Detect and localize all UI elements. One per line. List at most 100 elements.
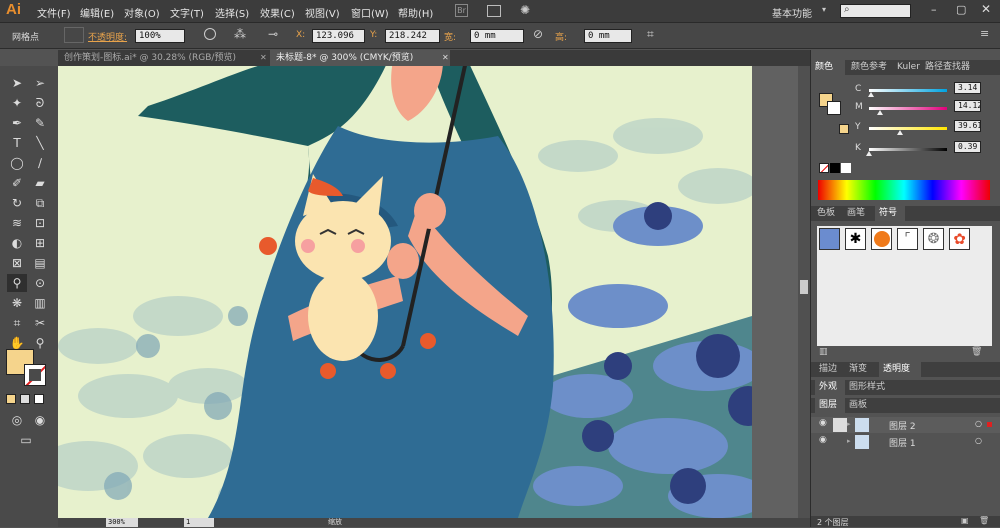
blend-tool-icon[interactable]: ⊙ — [30, 274, 50, 292]
tab-artboards[interactable]: 画板 — [849, 398, 867, 413]
arrange-documents-icon[interactable] — [487, 5, 501, 17]
symbol-orange-button[interactable] — [871, 228, 892, 250]
eye-icon[interactable]: ◉ — [819, 435, 827, 445]
disclosure-triangle-icon[interactable]: ▸ — [847, 437, 851, 445]
disclosure-triangle-icon[interactable]: ▸ — [847, 420, 851, 428]
bridge-icon[interactable]: Br — [455, 4, 468, 17]
menu-window[interactable]: 窗口(W) — [351, 5, 389, 20]
tab-stroke[interactable]: 描边 — [819, 362, 837, 377]
free-transform-tool-icon[interactable]: ⊡ — [30, 214, 50, 232]
direct-selection-tool-icon[interactable]: ➢ — [30, 74, 50, 92]
type-tool-icon[interactable]: T — [7, 134, 27, 152]
tab-symbols[interactable]: 符号 — [875, 206, 905, 221]
line-tool-icon[interactable]: ╲ — [30, 134, 50, 152]
symbol-ink-splash[interactable]: ✱ — [845, 228, 866, 250]
gradient-mode-icon[interactable] — [20, 394, 30, 404]
artwork-canvas[interactable] — [58, 66, 752, 518]
white-color-icon[interactable] — [841, 163, 851, 173]
height-field[interactable]: 0 mm — [584, 29, 632, 43]
symbol-sprayer-tool-icon[interactable]: ❋ — [7, 294, 27, 312]
slice-tool-icon[interactable]: ✂ — [30, 314, 50, 332]
chevron-down-icon[interactable]: ▾ — [822, 5, 826, 14]
transform-panel-icon[interactable]: ⌗ — [647, 27, 654, 42]
new-layer-icon[interactable]: ▣ — [961, 516, 969, 525]
gradient-tool-icon[interactable]: ▤ — [30, 254, 50, 272]
stroke-swatch[interactable] — [827, 101, 841, 115]
layer-row[interactable]: ◉ ▸ 图层 2 ○ — [811, 417, 1000, 433]
scale-tool-icon[interactable]: ⧉ — [30, 194, 50, 212]
layer-row[interactable]: ◉ ▸ 图层 1 ○ — [811, 434, 1000, 450]
color-mode-icon[interactable] — [6, 394, 16, 404]
close-icon[interactable]: ✕ — [981, 2, 991, 16]
zoom-field[interactable]: 300% — [106, 518, 138, 527]
artboard-number-field[interactable]: 1 — [184, 518, 214, 527]
slider-thumb[interactable] — [866, 151, 873, 156]
c-slider-track[interactable] — [869, 89, 947, 92]
target-icon[interactable]: ○ — [975, 436, 982, 445]
close-tab-icon[interactable]: ✕ — [260, 53, 267, 62]
tab-layers[interactable]: 图层 — [815, 398, 845, 413]
black-color-icon[interactable] — [830, 163, 840, 173]
symbol-library-icon[interactable]: ▥ — [819, 347, 828, 357]
eyedropper-tool-icon[interactable]: ⚲ — [7, 274, 27, 292]
symbol-frame[interactable]: ❂ — [923, 228, 944, 250]
delete-symbol-icon[interactable]: 🗑 — [971, 347, 982, 357]
target-icon[interactable]: ○ — [975, 419, 982, 428]
symbol-flower[interactable]: ✿ — [949, 228, 970, 250]
tab-kuler[interactable]: Kuler — [897, 60, 920, 75]
eraser-tool-icon[interactable]: ▰ — [30, 174, 50, 192]
opacity-label[interactable]: 不透明度: — [88, 30, 127, 43]
minimize-icon[interactable]: – — [931, 3, 937, 16]
slider-thumb[interactable] — [877, 110, 883, 115]
vertical-scrollbar[interactable] — [798, 66, 810, 518]
tab-pathfinder[interactable]: 路径查找器 — [925, 60, 970, 75]
tab-document-1[interactable]: 创作策划-图标.ai* @ 30.28% (RGB/预览) — [58, 50, 268, 66]
lasso-tool-icon[interactable]: ᘐ — [30, 94, 50, 112]
tab-swatches[interactable]: 色板 — [817, 206, 835, 221]
tab-document-2[interactable]: 未标题-8* @ 300% (CMYK/预览) — [270, 50, 450, 66]
y-slider-track[interactable] — [869, 127, 947, 130]
menu-type[interactable]: 文字(T) — [170, 5, 204, 20]
width-field[interactable]: 0 mm — [470, 29, 524, 43]
delete-layer-icon[interactable]: 🗑 — [979, 516, 989, 525]
symbol-blue-banner[interactable] — [819, 228, 840, 250]
recolor-icon[interactable] — [204, 28, 216, 40]
k-slider-track[interactable] — [869, 148, 947, 151]
scrollbar-thumb[interactable] — [800, 280, 808, 294]
symbol-corner[interactable]: ⌜ — [897, 228, 918, 250]
menu-view[interactable]: 视图(V) — [305, 5, 340, 20]
y-field[interactable]: 218.242 — [385, 29, 440, 43]
slider-thumb[interactable] — [868, 92, 875, 97]
menu-edit[interactable]: 编辑(E) — [80, 5, 114, 20]
transform-icon[interactable]: ⊸ — [268, 27, 278, 41]
column-graph-tool-icon[interactable]: ▥ — [30, 294, 50, 312]
c-value-field[interactable]: 3.14 — [954, 82, 981, 94]
link-proportions-icon[interactable]: ⊘ — [533, 27, 543, 41]
artboard-tool-icon[interactable]: ⌗ — [7, 314, 27, 332]
tab-gradient[interactable]: 渐变 — [849, 362, 867, 377]
curvature-tool-icon[interactable]: ✎ — [30, 114, 50, 132]
k-value-field[interactable]: 0.39 — [954, 141, 981, 153]
search-input[interactable]: ⌕ — [840, 4, 911, 18]
color-spectrum[interactable] — [818, 180, 990, 200]
workspace-switcher[interactable]: 基本功能 — [772, 5, 812, 20]
style-swatch[interactable] — [64, 27, 84, 43]
panel-menu-icon[interactable]: ≡ — [980, 27, 989, 40]
layer-name[interactable]: 图层 1 — [889, 436, 916, 449]
magic-wand-tool-icon[interactable]: ✦ — [7, 94, 27, 112]
gpu-icon[interactable]: ✺ — [520, 3, 530, 17]
menu-select[interactable]: 选择(S) — [215, 5, 249, 20]
y-value-field[interactable]: 39.61 — [954, 120, 981, 132]
tab-brushes[interactable]: 画笔 — [847, 206, 865, 221]
rotate-tool-icon[interactable]: ↻ — [7, 194, 27, 212]
close-tab-icon[interactable]: ✕ — [442, 53, 449, 62]
perspective-grid-tool-icon[interactable]: ⊞ — [30, 234, 50, 252]
mesh-tool-icon[interactable]: ⊠ — [7, 254, 27, 272]
eye-icon[interactable]: ◉ — [819, 418, 827, 428]
screen-mode-icon[interactable]: ▭ — [16, 431, 36, 449]
tab-appearance[interactable]: 外观 — [815, 380, 845, 395]
tab-transparency[interactable]: 透明度 — [879, 362, 921, 377]
layer-name[interactable]: 图层 2 — [889, 419, 916, 432]
tab-graphic-styles[interactable]: 图形样式 — [849, 380, 885, 395]
opacity-field[interactable]: 100% — [135, 29, 185, 43]
